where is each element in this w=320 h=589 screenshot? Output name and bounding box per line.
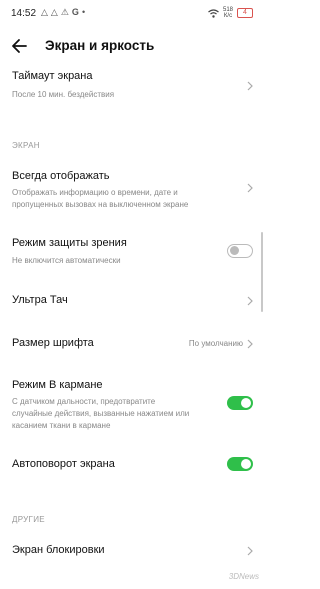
screen-timeout-item[interactable]: Таймаут экрана После 10 мин. бездействия	[0, 64, 265, 104]
auto-rotate-item[interactable]: Автоповорот экрана	[0, 452, 265, 480]
auto-rotate-toggle[interactable]	[227, 457, 253, 471]
pocket-mode-subtitle: касанием ткани в кармане	[12, 421, 111, 430]
pocket-mode-toggle[interactable]	[227, 396, 253, 410]
notification-icon: △	[50, 7, 58, 17]
auto-rotate-title: Автоповорот экрана	[12, 458, 115, 470]
google-icon: G	[71, 7, 79, 17]
pocket-mode-subtitle: случайные действия, вызванные нажатием и…	[12, 409, 190, 418]
network-speed: 518 К/с	[223, 7, 233, 19]
lock-screen-title: Экран блокировки	[12, 544, 105, 556]
status-bar: 14:52 △ △ ⚠ G • 518 К/с 4	[0, 0, 265, 26]
network-speed-unit: К/с	[223, 13, 233, 19]
pocket-mode-title: Режим В кармане	[12, 379, 103, 391]
always-on-display-subtitle: пропущенных вызовах на выключенном экран…	[12, 200, 189, 209]
notification-icon: △	[41, 7, 48, 17]
eye-protection-subtitle: Не включится автоматически	[12, 256, 121, 265]
eye-protection-title: Режим защиты зрения	[12, 237, 127, 249]
section-header-screen: ЭКРАН	[12, 141, 40, 150]
font-size-value: По умолчанию	[188, 339, 243, 348]
chevron-right-icon	[247, 296, 253, 306]
toggle-knob	[241, 459, 251, 469]
toggle-knob	[241, 398, 251, 408]
always-on-display-item[interactable]: Всегда отображать Отображать информацию …	[0, 164, 265, 216]
screen-timeout-subtitle: После 10 мин. бездействия	[12, 90, 115, 99]
scrollbar[interactable]	[261, 232, 263, 312]
pocket-mode-subtitle: С датчиком дальности, предотвратите	[12, 397, 156, 406]
chevron-right-icon	[247, 81, 253, 91]
warning-icon: ⚠	[60, 7, 69, 17]
pocket-mode-item[interactable]: Режим В кармане С датчиком дальности, пр…	[0, 374, 265, 436]
back-arrow-icon[interactable]	[10, 36, 30, 56]
page-title: Экран и яркость	[45, 38, 155, 53]
always-on-display-subtitle: Отображать информацию о времени, дате и	[12, 188, 178, 197]
wifi-icon	[208, 8, 219, 18]
notification-icons: △ △ ⚠ G •	[41, 7, 85, 18]
ultra-touch-item[interactable]: Ультра Тач	[0, 288, 265, 316]
section-header-other: ДРУГИЕ	[12, 515, 45, 524]
dot-icon: •	[81, 7, 86, 17]
battery-icon: 4	[237, 8, 253, 18]
font-size-item[interactable]: Размер шрифта По умолчанию	[0, 331, 265, 359]
toggle-knob	[229, 246, 239, 255]
chevron-right-icon	[247, 183, 253, 193]
status-time: 14:52	[11, 8, 37, 19]
lock-screen-item[interactable]: Экран блокировки	[0, 538, 265, 566]
watermark-logo: 3DNews	[228, 572, 259, 581]
eye-protection-item[interactable]: Режим защиты зрения Не включится автомат…	[0, 232, 265, 272]
system-icons: 518 К/с 4	[208, 7, 253, 19]
ultra-touch-title: Ультра Тач	[12, 294, 68, 306]
font-size-title: Размер шрифта	[12, 337, 94, 349]
always-on-display-title: Всегда отображать	[12, 170, 110, 182]
eye-protection-toggle[interactable]	[227, 244, 253, 258]
app-header: Экран и яркость	[0, 30, 265, 62]
screen-timeout-title: Таймаут экрана	[12, 70, 93, 82]
chevron-right-icon	[247, 339, 253, 349]
chevron-right-icon	[247, 546, 253, 556]
